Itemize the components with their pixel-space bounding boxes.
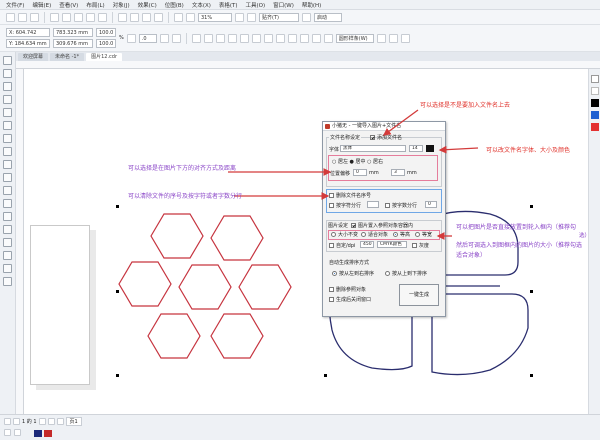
page-count: 1 的 1 [22,419,37,425]
note-font: 可以改文件名字体、大小及颜色 [486,147,571,154]
fill-indicator-icon[interactable] [14,429,21,436]
outline-color-swatch[interactable] [44,430,52,437]
note-frame-line-3: 然后可调选入到图框内的图片的大小（推荐勾选 [456,242,583,249]
last-page-icon[interactable] [47,418,55,425]
status-bar: 1 的 1 页1 [0,414,600,440]
note-alignment: 可以选择是在图片下方的对齐方式及距离 [128,165,237,172]
page-navigator: 1 的 1 页1 [4,417,82,426]
arrow-font [438,145,479,154]
note-frame-line-2: 选） [579,233,591,239]
note-add-filename: 可以选择是不是要加入文件名上去 [420,102,511,109]
eyedropper-icon[interactable] [4,429,11,436]
prev-page-icon[interactable] [13,418,20,425]
fill-color-swatch[interactable] [34,430,42,437]
note-index: 可以清除文件的序号及按字符或者字数分行 [128,193,243,200]
first-page-icon[interactable] [4,418,11,425]
next-page-icon[interactable] [38,418,46,425]
add-page-icon[interactable] [56,418,64,425]
page-tab[interactable]: 页1 [65,417,82,426]
note-frame-line-1: 可以把图片是否直接放置到轮入框内（推荐勾 [456,224,577,231]
status-indicators [4,429,52,437]
annotation-arrows [228,109,479,240]
arrow-add-filename [382,109,419,136]
note-frame-line-4: 适合对象） [456,252,487,259]
